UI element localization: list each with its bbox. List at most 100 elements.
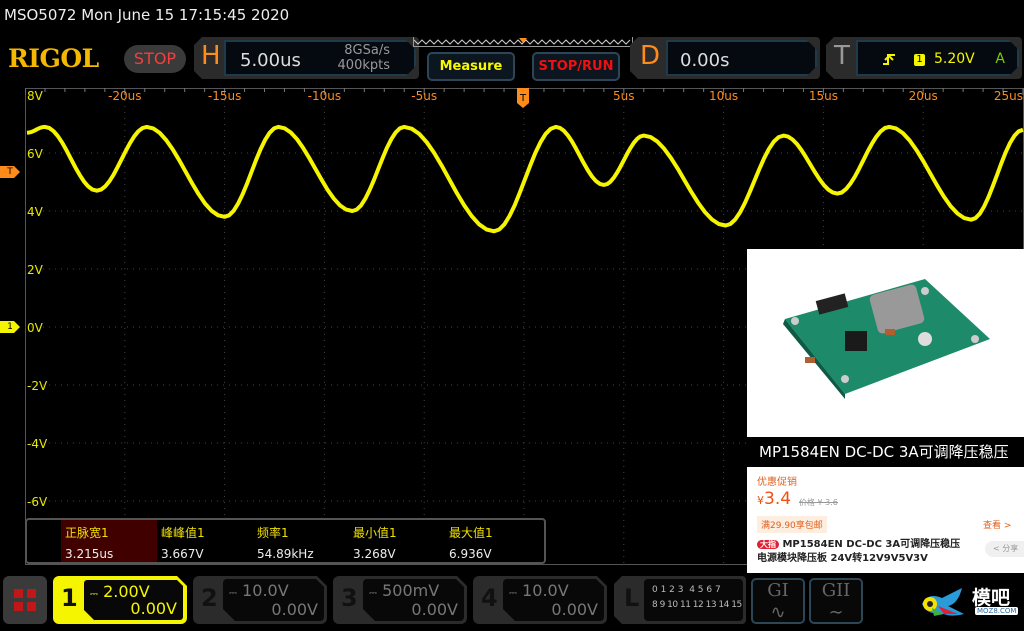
- measurement-panel: 正脉宽1 3.215us 峰峰值1 3.667V 频率1 54.89kHz 最小值1 3.26…: [25, 518, 546, 564]
- trigger-level-marker[interactable]: T: [0, 166, 20, 178]
- ch1-waveform: [26, 124, 1024, 234]
- dc-coupling-icon: ⎓: [369, 588, 377, 599]
- horizontal-letter: H: [201, 41, 221, 71]
- channel-scale-value: 10.0V: [242, 581, 289, 600]
- product-tag: 大指: [757, 540, 779, 549]
- stop-run-button[interactable]: STOP/RUN: [532, 52, 620, 81]
- moz8-bird-logo: [918, 584, 968, 620]
- y-tick-label: 8V: [27, 89, 44, 103]
- channel-number: 2: [201, 584, 218, 612]
- y-tick-label: 2V: [27, 263, 44, 277]
- watermark-text: 模吧: [972, 587, 1011, 609]
- measurement-label: 峰峰值1: [161, 526, 205, 540]
- logic-panel[interactable]: L 0 1 2 3 4 5 6 7 8 9 10 11 12 13 14 15: [614, 576, 746, 624]
- measurement-item[interactable]: 频率1 54.89kHz: [253, 520, 349, 562]
- generator1-label: GI: [767, 580, 789, 601]
- measurement-label: 最小值1: [353, 526, 397, 540]
- y-tick-label: -6V: [27, 495, 48, 509]
- channel-readout: ⎓ 2.00V 0.00V: [83, 579, 184, 621]
- inset-title: MP1584EN DC-DC 3A可调降压稳压: [747, 437, 1024, 467]
- generator2-label: GII: [821, 580, 851, 601]
- sample-rate: 8GSa/s: [344, 43, 390, 58]
- x-tick-label: -5us: [411, 89, 437, 103]
- measurement-value: 3.268V: [353, 547, 396, 561]
- y-tick-label: -4V: [27, 437, 48, 451]
- generator2-button[interactable]: GII ∼: [809, 578, 863, 624]
- ch1-ground-marker[interactable]: 1: [0, 321, 20, 333]
- measurement-value: 54.89kHz: [257, 547, 314, 561]
- share-button[interactable]: < 分享: [985, 541, 1024, 557]
- y-tick-label: 0V: [27, 321, 44, 335]
- channel-2-panel[interactable]: 2 ⎓ 10.0V 0.00V: [193, 576, 327, 624]
- memory-position-bar: [413, 37, 633, 47]
- channel-readout: ⎓ 10.0V 0.00V: [223, 579, 324, 621]
- share-icon: <: [993, 544, 1000, 553]
- dc-coupling-icon: ⎓: [229, 588, 237, 599]
- measurement-item[interactable]: 最大值1 6.936V: [445, 520, 541, 562]
- run-state-badge[interactable]: STOP: [124, 45, 186, 73]
- logic-channels: 0 1 2 3 4 5 6 7 8 9 10 11 12 13 14 15: [644, 579, 743, 621]
- channel-offset: 0.00V: [130, 599, 177, 618]
- channel-number: 3: [341, 584, 358, 612]
- view-link[interactable]: 查看 >: [983, 518, 1011, 531]
- description-line1: MP1584EN DC-DC 3A可调降压稳压: [782, 539, 961, 550]
- channel-scale-value: 500mV: [382, 581, 440, 600]
- main-menu-button[interactable]: [3, 576, 47, 624]
- x-tick-label: 20us: [909, 89, 938, 103]
- measurement-label: 频率1: [257, 526, 289, 540]
- measurement-value: 6.936V: [449, 547, 492, 561]
- channel-scale: ⎓ 10.0V: [229, 581, 289, 600]
- measurement-item[interactable]: 最小值1 3.268V: [349, 520, 445, 562]
- trigger-letter: T: [834, 41, 850, 71]
- channel-scale: ⎓ 10.0V: [509, 581, 569, 600]
- channel-readout: ⎓ 10.0V 0.00V: [503, 579, 604, 621]
- description-line2: 电源模块降压板 24V转12V9V5V3V: [757, 553, 928, 564]
- measurement-item[interactable]: 正脉宽1 3.215us: [61, 520, 157, 562]
- channel-1-panel[interactable]: 1 ⎓ 2.00V 0.00V: [53, 576, 187, 624]
- trigger-level: 5.20V: [934, 51, 975, 67]
- rigol-logo: RIGOL: [8, 44, 99, 73]
- price: ¥3.4: [757, 489, 791, 509]
- measurement-label: 最大值1: [449, 526, 493, 540]
- dc-coupling-icon: ⎓: [90, 589, 98, 600]
- shipping-badge: 满29.90享包邮: [757, 516, 827, 533]
- sine-icon: ∼: [828, 602, 844, 623]
- channel-number: 4: [481, 584, 498, 612]
- x-tick-label: -10us: [308, 89, 341, 103]
- product-inset: MP1584EN DC-DC 3A可调降压稳压 优惠促销 ¥3.4 价格 ¥ 3…: [747, 249, 1024, 573]
- share-label: 分享: [1002, 544, 1019, 553]
- horizontal-readout: 5.00us 8GSa/s 400kpts: [224, 40, 416, 76]
- measurement-value: 3.215us: [65, 547, 114, 561]
- y-tick-label: -2V: [27, 379, 48, 393]
- x-tick-label: 15us: [809, 89, 838, 103]
- y-tick-label: 4V: [27, 205, 44, 219]
- x-tick-label: -15us: [208, 89, 241, 103]
- dc-coupling-icon: ⎓: [509, 588, 517, 599]
- x-tick-label: 5us: [613, 89, 635, 103]
- trigger-panel[interactable]: T 1 5.20V A: [826, 37, 1022, 79]
- delay-panel[interactable]: D 0.00s: [630, 37, 820, 79]
- window-title: MSO5072 Mon June 15 17:15:45 2020: [4, 6, 290, 24]
- x-tick-label: -20us: [108, 89, 141, 103]
- x-tick-label: 10us: [709, 89, 738, 103]
- delay-readout: 0.00s: [666, 40, 817, 76]
- generator1-button[interactable]: GI ∿: [751, 578, 805, 624]
- logic-channels-row1: 0 1 2 3 4 5 6 7: [652, 585, 721, 595]
- logic-channels-row2: 8 9 10 11 12 13 14 15: [652, 600, 742, 610]
- channel-scale: ⎓ 500mV: [369, 581, 439, 600]
- channel-4-panel[interactable]: 4 ⎓ 10.0V 0.00V: [473, 576, 607, 624]
- trigger-mode: A: [995, 51, 1005, 67]
- delay-value: 0.00s: [680, 50, 730, 71]
- channel-number: 1: [61, 584, 78, 612]
- measure-button[interactable]: Measure: [427, 52, 515, 81]
- channel-3-panel[interactable]: 3 ⎓ 500mV 0.00V: [333, 576, 467, 624]
- timebase-value: 5.00us: [240, 50, 301, 71]
- horizontal-panel[interactable]: H 5.00us 8GSa/s 400kpts: [194, 37, 419, 79]
- price-value: 3.4: [764, 489, 792, 509]
- memory-depth: 400kpts: [337, 58, 390, 73]
- trigger-source-badge: 1: [914, 54, 925, 66]
- channel-offset: 0.00V: [411, 600, 458, 619]
- channel-offset: 0.00V: [551, 600, 598, 619]
- measurement-item[interactable]: 峰峰值1 3.667V: [157, 520, 253, 562]
- channel-scale-value: 10.0V: [522, 581, 569, 600]
